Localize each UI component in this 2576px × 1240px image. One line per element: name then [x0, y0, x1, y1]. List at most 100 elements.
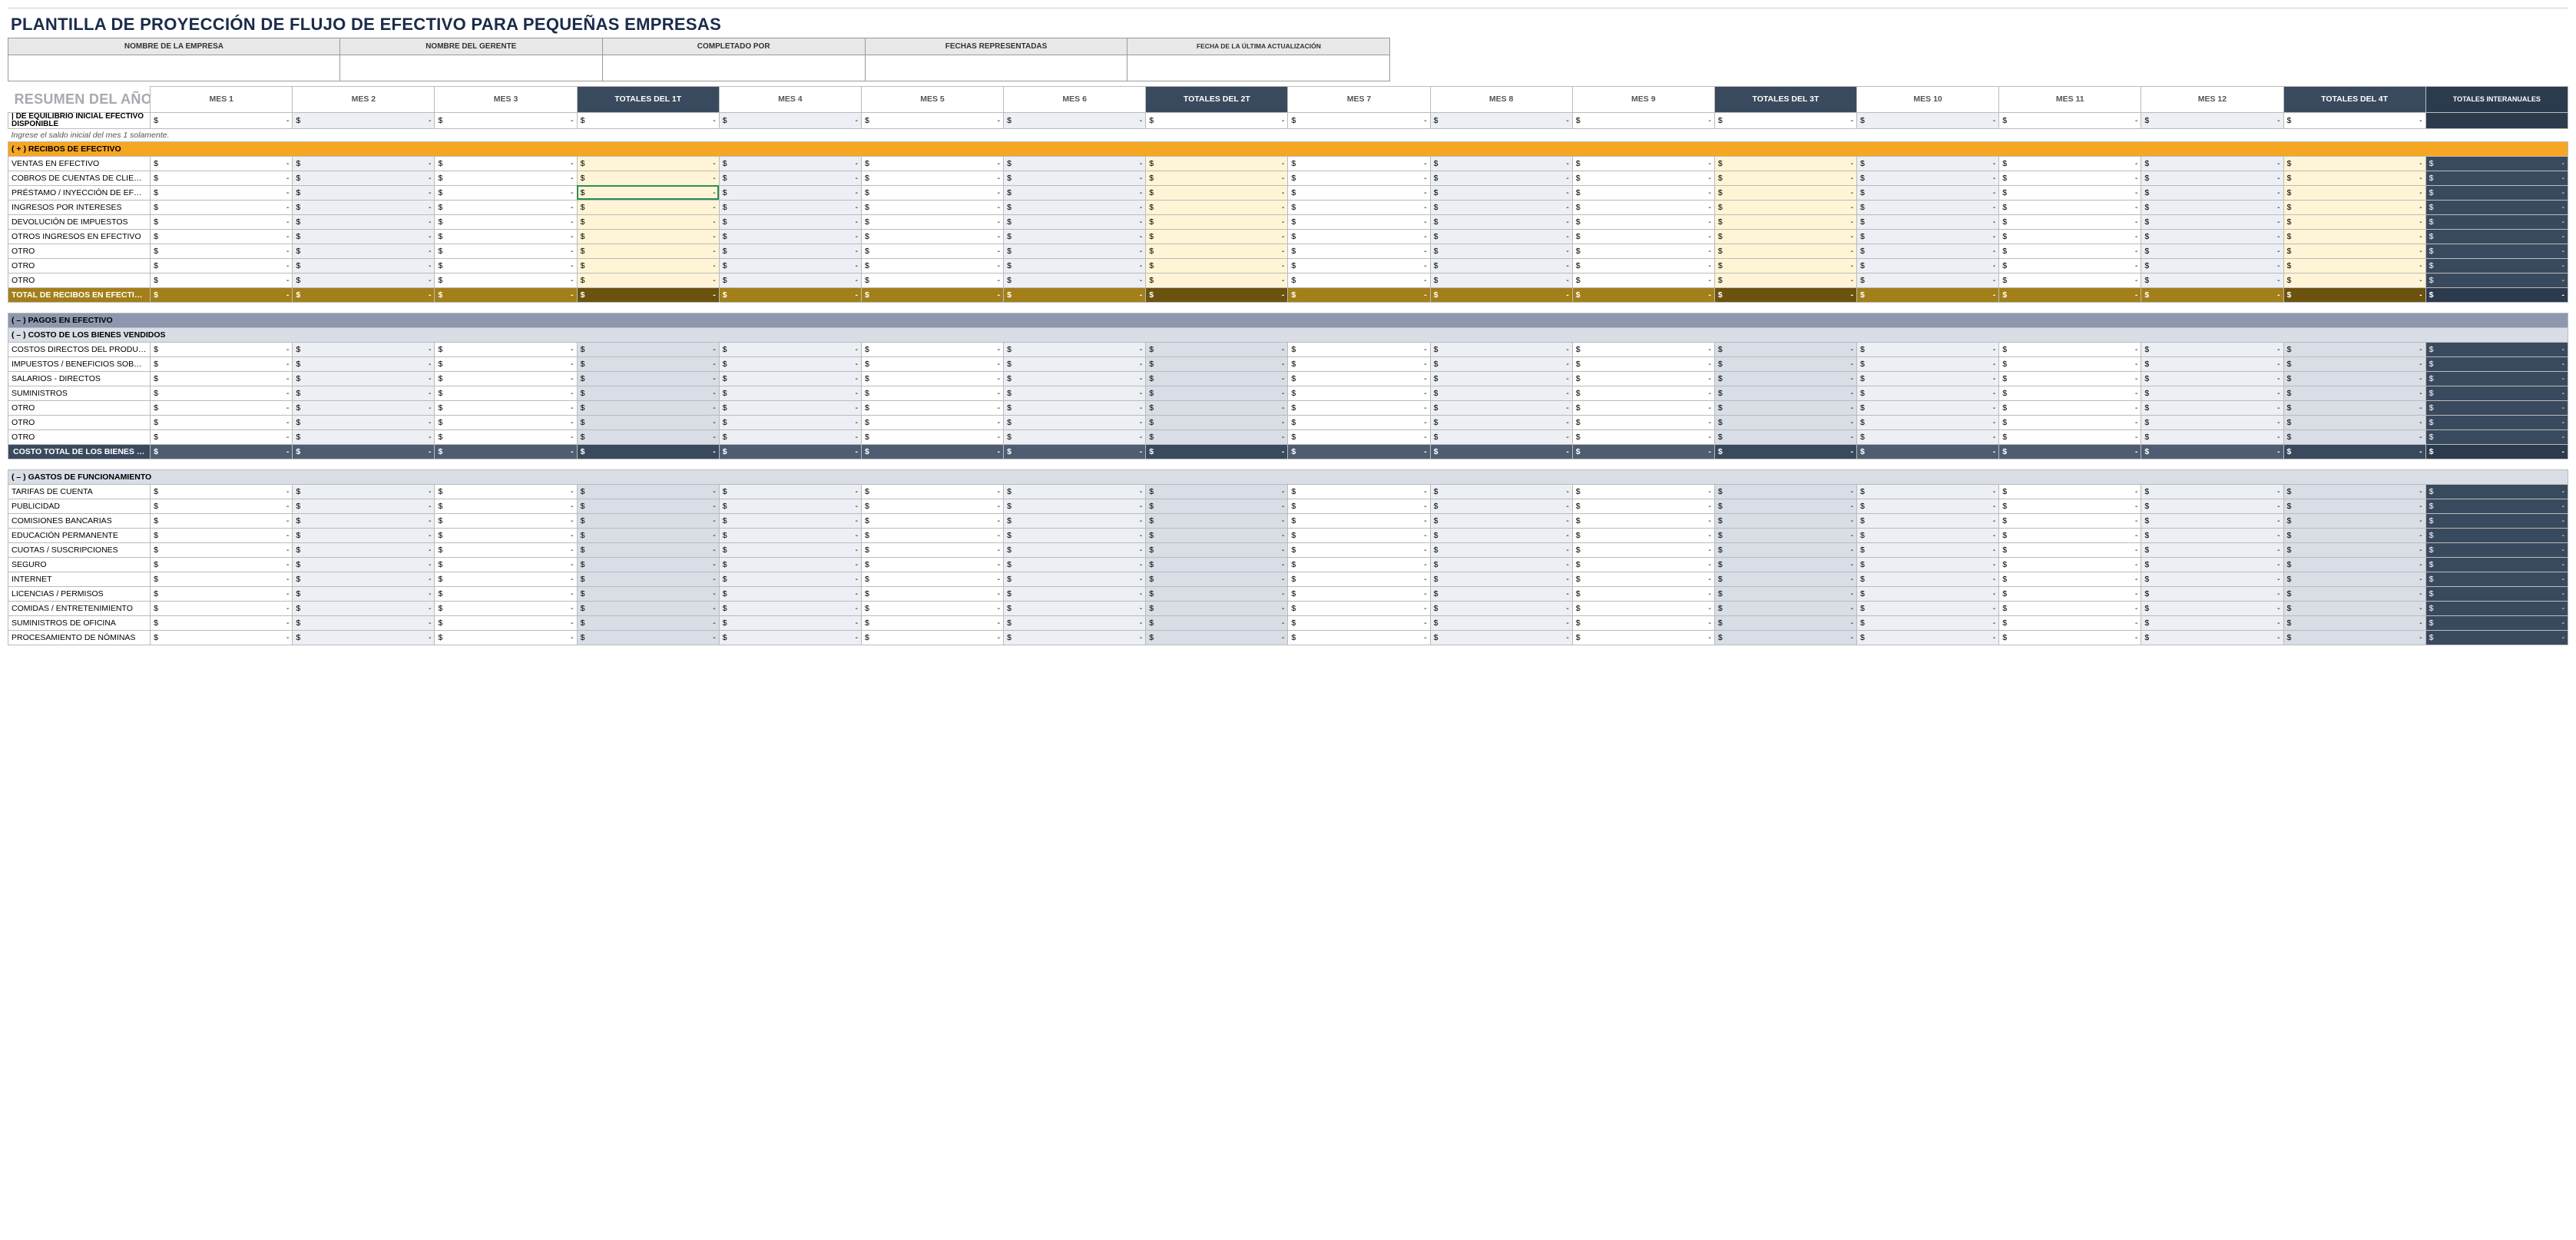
money-cell[interactable]: $- — [435, 542, 577, 557]
money-cell[interactable]: $- — [719, 484, 861, 499]
money-cell[interactable]: $- — [1572, 630, 1714, 645]
money-cell[interactable]: $- — [2141, 542, 2283, 557]
money-cell[interactable]: $- — [1999, 156, 2141, 171]
money-cell[interactable]: $- — [1999, 200, 2141, 214]
money-cell[interactable]: $- — [1004, 214, 1146, 229]
money-cell[interactable]: $- — [1999, 371, 2141, 386]
money-cell[interactable]: $- — [1857, 615, 1999, 630]
money-cell[interactable]: $- — [719, 371, 861, 386]
money-cell[interactable]: $- — [861, 200, 1003, 214]
money-cell[interactable]: $- — [861, 499, 1003, 513]
money-cell[interactable]: $- — [719, 185, 861, 200]
money-cell[interactable]: $- — [2141, 185, 2283, 200]
money-cell[interactable]: $- — [2141, 528, 2283, 542]
money-cell[interactable]: $- — [1004, 499, 1146, 513]
money-cell[interactable]: $- — [861, 615, 1003, 630]
money-cell[interactable]: $- — [435, 214, 577, 229]
money-cell[interactable]: $- — [1288, 601, 1430, 615]
money-cell[interactable]: $- — [435, 229, 577, 244]
money-cell[interactable]: $- — [1572, 400, 1714, 415]
money-cell[interactable]: $- — [1004, 557, 1146, 572]
money-cell[interactable]: $- — [1572, 258, 1714, 273]
money-cell[interactable]: $- — [151, 200, 293, 214]
money-cell[interactable]: $- — [719, 244, 861, 258]
money-cell[interactable]: $- — [861, 484, 1003, 499]
money-cell[interactable]: $- — [293, 156, 435, 171]
money-cell[interactable]: $- — [719, 156, 861, 171]
money-cell[interactable]: $- — [719, 386, 861, 400]
money-cell[interactable]: $- — [1572, 229, 1714, 244]
money-cell[interactable]: $- — [1430, 229, 1572, 244]
money-cell[interactable]: $- — [1004, 415, 1146, 429]
money-cell[interactable]: $- — [1857, 200, 1999, 214]
money-cell[interactable]: $- — [435, 484, 577, 499]
money-cell[interactable]: $- — [2141, 156, 2283, 171]
money-cell[interactable]: $- — [1999, 356, 2141, 371]
money-cell[interactable]: $- — [1999, 513, 2141, 528]
money-cell[interactable]: $- — [293, 615, 435, 630]
money-cell[interactable]: $- — [1288, 371, 1430, 386]
money-cell[interactable]: $- — [435, 528, 577, 542]
money-cell[interactable]: $- — [719, 615, 861, 630]
money-cell[interactable]: $- — [1857, 586, 1999, 601]
money-cell[interactable]: $- — [435, 258, 577, 273]
money-cell[interactable]: $- — [151, 229, 293, 244]
money-cell[interactable]: $- — [1572, 200, 1714, 214]
money-cell[interactable]: $- — [435, 185, 577, 200]
money-cell[interactable]: $- — [151, 484, 293, 499]
money-cell[interactable]: $- — [1999, 342, 2141, 356]
money-cell[interactable]: $- — [1572, 499, 1714, 513]
money-cell[interactable]: $- — [1572, 513, 1714, 528]
money-cell[interactable]: $- — [2141, 244, 2283, 258]
money-cell[interactable]: $- — [1430, 429, 1572, 444]
money-cell[interactable]: $- — [1572, 484, 1714, 499]
money-cell[interactable]: $- — [293, 112, 435, 128]
money-cell[interactable]: $- — [2141, 586, 2283, 601]
money-cell[interactable]: $- — [2141, 214, 2283, 229]
money-cell[interactable]: $- — [1857, 528, 1999, 542]
money-cell[interactable]: $- — [861, 244, 1003, 258]
money-cell[interactable]: $- — [1430, 542, 1572, 557]
money-cell[interactable]: $- — [861, 630, 1003, 645]
money-cell[interactable]: $- — [151, 112, 293, 128]
money-cell[interactable]: $- — [861, 273, 1003, 287]
money-cell[interactable]: $- — [1004, 601, 1146, 615]
money-cell[interactable]: $- — [1430, 371, 1572, 386]
money-cell[interactable]: $- — [1857, 229, 1999, 244]
money-cell[interactable]: $- — [435, 356, 577, 371]
money-cell[interactable]: $- — [151, 185, 293, 200]
info-completed-val[interactable] — [602, 55, 865, 81]
money-cell[interactable]: $- — [2141, 415, 2283, 429]
money-cell[interactable]: $- — [151, 630, 293, 645]
money-cell[interactable]: $- — [1288, 630, 1430, 645]
money-cell[interactable]: $- — [293, 601, 435, 615]
money-cell[interactable]: $- — [1430, 557, 1572, 572]
money-cell[interactable]: $- — [293, 273, 435, 287]
money-cell[interactable]: $- — [719, 572, 861, 586]
money-cell[interactable]: $- — [1004, 229, 1146, 244]
money-cell[interactable]: $- — [2141, 429, 2283, 444]
money-cell[interactable]: $- — [1572, 615, 1714, 630]
money-cell[interactable]: $- — [151, 429, 293, 444]
money-cell[interactable]: $- — [719, 499, 861, 513]
money-cell[interactable]: $- — [293, 214, 435, 229]
money-cell[interactable]: $- — [1288, 528, 1430, 542]
money-cell[interactable]: $- — [2141, 371, 2283, 386]
money-cell[interactable]: $- — [435, 601, 577, 615]
money-cell[interactable]: $- — [1572, 386, 1714, 400]
info-update-val[interactable] — [1127, 55, 1390, 81]
money-cell[interactable]: $- — [1857, 273, 1999, 287]
money-cell[interactable]: $- — [861, 601, 1003, 615]
money-cell[interactable]: $- — [1430, 185, 1572, 200]
money-cell[interactable]: $- — [1430, 244, 1572, 258]
money-cell[interactable]: $- — [1430, 356, 1572, 371]
money-cell[interactable]: $- — [2141, 557, 2283, 572]
money-cell[interactable]: $- — [293, 415, 435, 429]
money-cell[interactable]: $- — [1999, 601, 2141, 615]
money-cell[interactable]: $- — [1004, 386, 1146, 400]
money-cell[interactable]: $- — [435, 415, 577, 429]
money-cell[interactable]: $- — [1004, 371, 1146, 386]
money-cell[interactable]: $- — [861, 528, 1003, 542]
money-cell[interactable]: $- — [1288, 513, 1430, 528]
money-cell[interactable]: $- — [1288, 156, 1430, 171]
